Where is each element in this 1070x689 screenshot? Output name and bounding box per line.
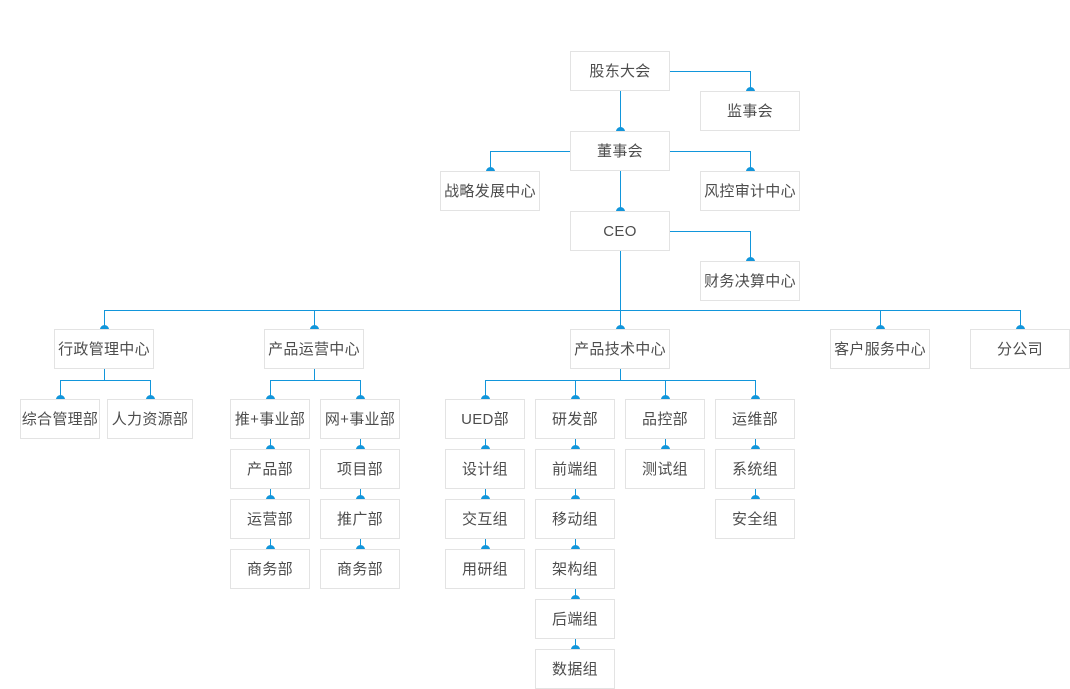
connector-admin-stem-v (104, 369, 105, 380)
node-design-group[interactable]: 设计组 (445, 449, 525, 489)
connector-shareholders-to-board-v (620, 91, 621, 131)
connector-admin-bar (60, 380, 150, 381)
node-operation-dept[interactable]: 运营部 (230, 499, 310, 539)
node-ceo[interactable]: CEO (570, 211, 670, 251)
node-operation-maintenance-dept[interactable]: 运维部 (715, 399, 795, 439)
node-business-dept-right[interactable]: 商务部 (320, 549, 400, 589)
node-ued-dept[interactable]: UED部 (445, 399, 525, 439)
node-security-group[interactable]: 安全组 (715, 499, 795, 539)
node-risk-control-audit-center[interactable]: 风控审计中心 (700, 171, 800, 211)
node-product-technology-center[interactable]: 产品技术中心 (570, 329, 670, 369)
node-rd-dept[interactable]: 研发部 (535, 399, 615, 439)
node-wang-plus-business-unit[interactable]: 网+事业部 (320, 399, 400, 439)
node-general-management-dept[interactable]: 综合管理部 (20, 399, 100, 439)
node-shareholders-meeting[interactable]: 股东大会 (570, 51, 670, 91)
connector-technology-stem-v (620, 369, 621, 380)
node-product-operation-center[interactable]: 产品运营中心 (264, 329, 364, 369)
connector-ceo-to-finance-h (670, 231, 750, 232)
node-system-group[interactable]: 系统组 (715, 449, 795, 489)
connector-operation-stem-v (314, 369, 315, 380)
node-board-of-directors[interactable]: 董事会 (570, 131, 670, 171)
node-mobile-group[interactable]: 移动组 (535, 499, 615, 539)
connector-ceo-to-bus-v (620, 251, 621, 310)
connector-board-to-risk-h (670, 151, 750, 152)
node-user-research-group[interactable]: 用研组 (445, 549, 525, 589)
node-finance-settlement-center[interactable]: 财务决算中心 (700, 261, 800, 301)
connector-board-to-ceo-v (620, 171, 621, 211)
node-customer-service-center[interactable]: 客户服务中心 (830, 329, 930, 369)
node-business-dept-left[interactable]: 商务部 (230, 549, 310, 589)
node-promotion-dept[interactable]: 推广部 (320, 499, 400, 539)
connector-level1-bus (104, 310, 1020, 311)
node-tui-plus-business-unit[interactable]: 推+事业部 (230, 399, 310, 439)
node-backend-group[interactable]: 后端组 (535, 599, 615, 639)
node-data-group[interactable]: 数据组 (535, 649, 615, 689)
node-product-dept[interactable]: 产品部 (230, 449, 310, 489)
node-admin-management-center[interactable]: 行政管理中心 (54, 329, 154, 369)
node-human-resources-dept[interactable]: 人力资源部 (107, 399, 193, 439)
connector-technology-bar (485, 380, 755, 381)
node-board-of-supervisors[interactable]: 监事会 (700, 91, 800, 131)
node-quality-control-dept[interactable]: 品控部 (625, 399, 705, 439)
node-test-group[interactable]: 测试组 (625, 449, 705, 489)
node-strategy-development-center[interactable]: 战略发展中心 (440, 171, 540, 211)
node-architecture-group[interactable]: 架构组 (535, 549, 615, 589)
connector-board-to-strategy-h (490, 151, 570, 152)
node-frontend-group[interactable]: 前端组 (535, 449, 615, 489)
connector-operation-bar (270, 380, 360, 381)
connector-shareholders-to-supervisors-h (670, 71, 750, 72)
org-chart: 股东大会 监事会 董事会 战略发展中心 风控审计中心 CEO 财务决算中心 行政… (0, 0, 1070, 689)
node-branch-company[interactable]: 分公司 (970, 329, 1070, 369)
node-project-dept[interactable]: 项目部 (320, 449, 400, 489)
node-interaction-group[interactable]: 交互组 (445, 499, 525, 539)
